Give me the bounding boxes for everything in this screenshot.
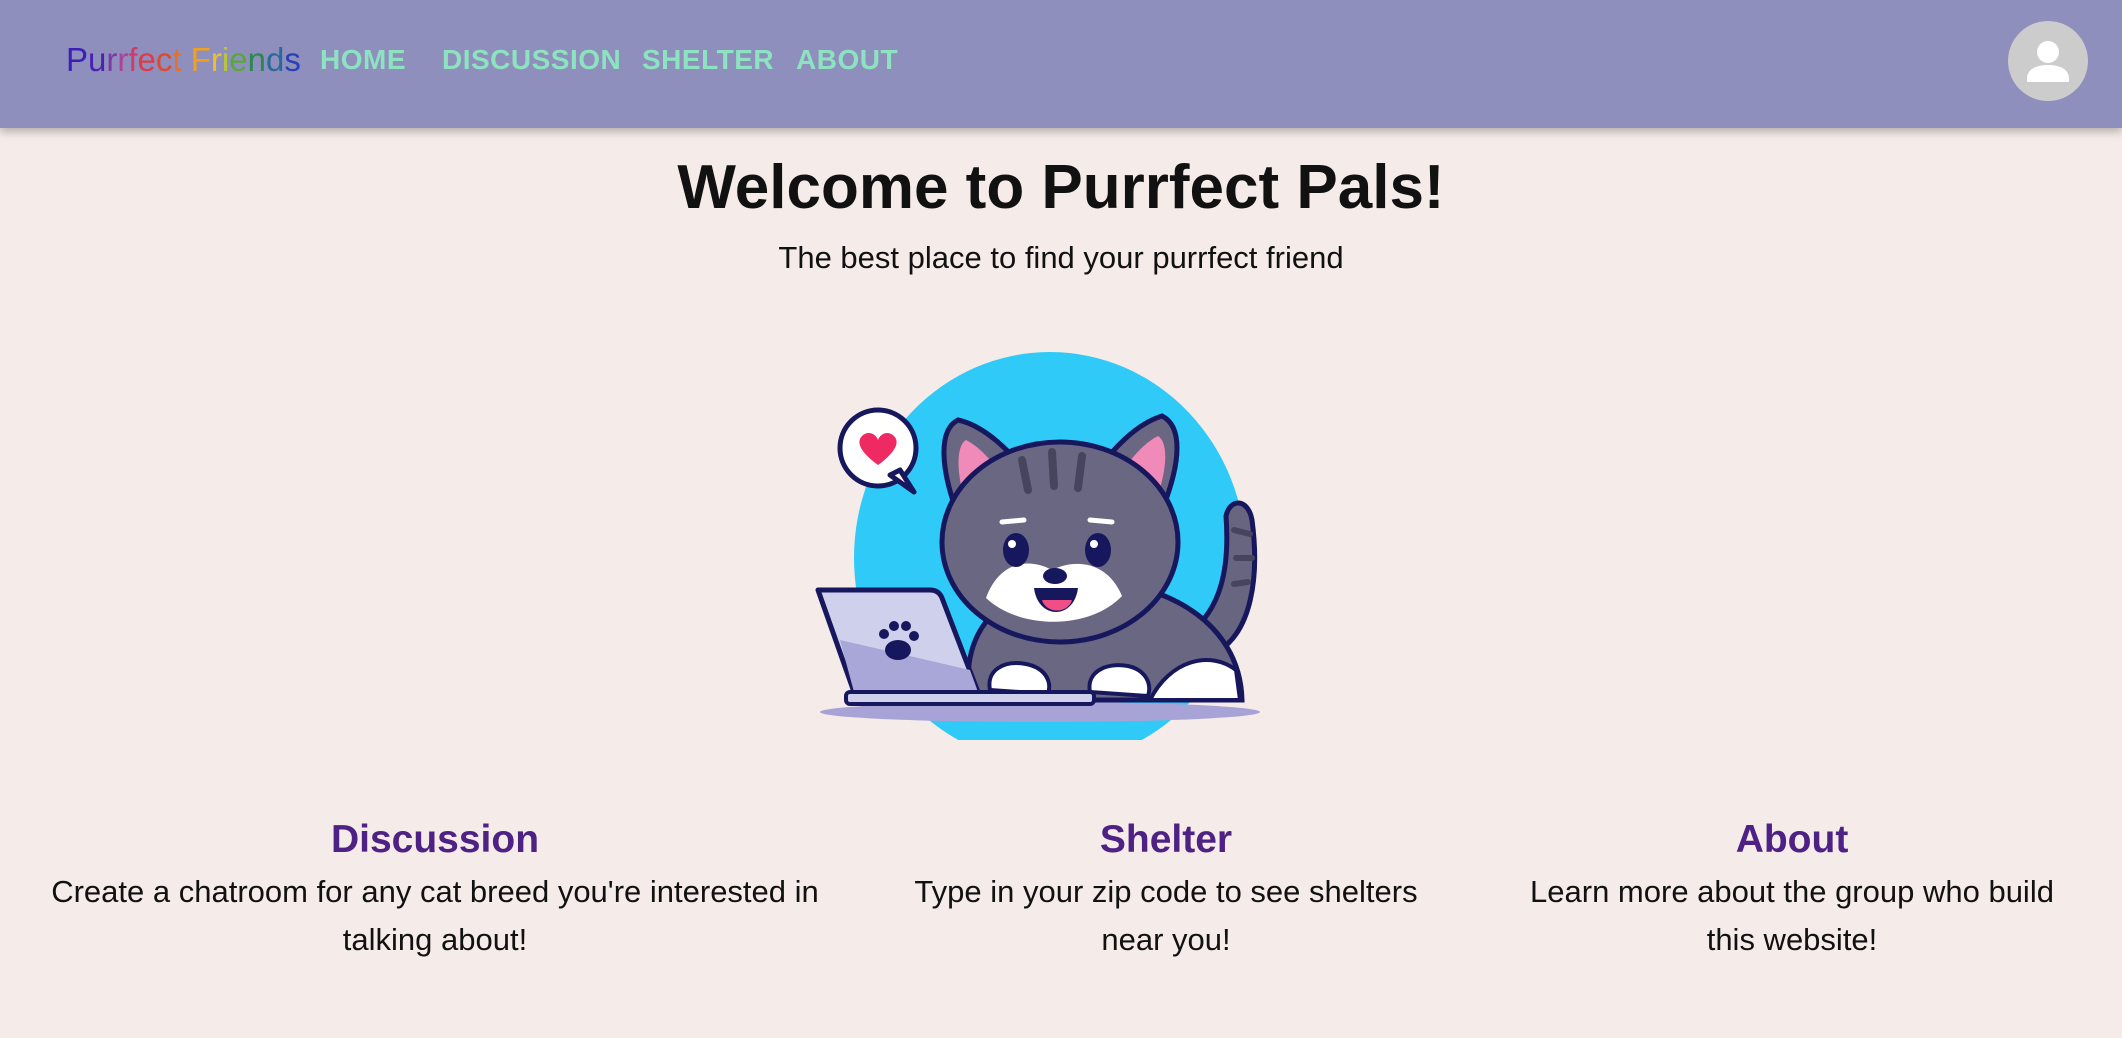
heart-bubble-icon xyxy=(837,407,919,495)
page-title: Welcome to Purrfect Pals! xyxy=(677,153,1445,222)
brand-letter: u xyxy=(88,41,107,78)
brand-letter: F xyxy=(190,41,211,78)
brand-letter: s xyxy=(284,41,301,78)
brand-letter: c xyxy=(155,41,173,78)
page-subtitle: The best place to find your purrfect fri… xyxy=(778,240,1344,275)
cat-with-laptop-illustration xyxy=(815,352,1260,740)
card-title: Shelter xyxy=(1099,818,1233,861)
brand-letter: i xyxy=(221,41,230,78)
person-icon xyxy=(2027,41,2069,82)
nav-discussion[interactable]: DISCUSSION xyxy=(442,40,621,80)
brand-letter: P xyxy=(66,41,89,78)
card-title: About xyxy=(1735,818,1849,861)
brand-letter: d xyxy=(265,41,285,78)
app-bar: Purrfect Friends HOME DISCUSSION SHELTER… xyxy=(0,0,2122,128)
nav-shelter[interactable]: SHELTER xyxy=(642,40,774,80)
card-discussion[interactable]: Discussion Create a chatroom for any cat… xyxy=(22,812,848,964)
brand-letter: e xyxy=(137,41,156,78)
card-about[interactable]: About Learn more about the group who bui… xyxy=(1510,812,2074,964)
card-description: Type in your zip code to see shelters ne… xyxy=(914,874,1418,957)
card-description: Create a chatroom for any cat breed you'… xyxy=(51,874,819,957)
card-description: Learn more about the group who build thi… xyxy=(1530,874,2054,957)
brand-letter xyxy=(182,40,191,80)
brand-logo[interactable]: Purrfect Friends xyxy=(66,40,301,80)
brand-letter: r xyxy=(117,41,129,78)
card-title: Discussion xyxy=(330,818,540,861)
account-avatar-button[interactable] xyxy=(2008,21,2088,101)
brand-letter: f xyxy=(128,41,138,78)
nav-home[interactable]: HOME xyxy=(320,40,406,80)
nav-about[interactable]: ABOUT xyxy=(796,40,898,80)
brand-letter: r xyxy=(210,41,222,78)
brand-letter: e xyxy=(229,41,248,78)
brand-letter: n xyxy=(247,41,266,78)
card-shelter[interactable]: Shelter Type in your zip code to see she… xyxy=(896,812,1436,964)
brand-letter: t xyxy=(172,41,182,78)
brand-letter: r xyxy=(106,41,118,78)
